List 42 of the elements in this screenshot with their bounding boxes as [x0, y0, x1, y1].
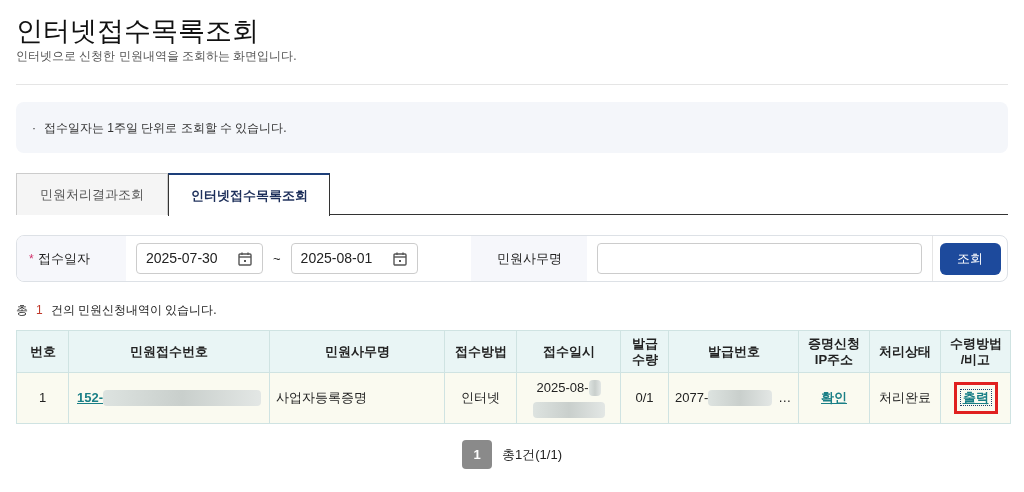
- ellipsis: …: [778, 389, 792, 408]
- column-header: 접수방법: [444, 330, 517, 373]
- date-field[interactable]: 2025-07-30: [136, 243, 263, 274]
- column-header: 민원접수번호: [68, 330, 270, 373]
- tab[interactable]: 인터넷접수목록조회: [168, 173, 330, 216]
- date-field[interactable]: 2025-08-01: [290, 243, 418, 274]
- table-cell: 사업자등록증명: [276, 390, 367, 406]
- page-title: 인터넷접수목록조회: [16, 15, 260, 48]
- field-label: 민원사무명: [471, 236, 587, 281]
- column-header: 수령방법 /비고: [940, 330, 1011, 373]
- column-header: 처리상태: [869, 330, 941, 373]
- column-header: 발급 수량: [620, 330, 669, 373]
- search-button[interactable]: 조회: [939, 242, 1001, 275]
- receipt-link[interactable]: 152-: [77, 388, 104, 408]
- column-header: 발급번호: [668, 330, 799, 373]
- required-mark: *: [29, 250, 34, 268]
- table-cell-text: 2025-08-: [536, 379, 589, 398]
- page-total: 총1건(1/1): [502, 445, 562, 464]
- page-subtitle: 인터넷으로 신청한 민원내역을 조회하는 화면입니다.: [16, 48, 298, 64]
- column-header: 접수일시: [516, 330, 621, 373]
- table-cell: 0/1: [635, 390, 654, 406]
- table-cell-text: 2077-: [675, 389, 709, 408]
- table-cell: 인터넷: [461, 390, 500, 406]
- summary-text: 총: [16, 302, 28, 319]
- text-input[interactable]: [597, 243, 922, 274]
- field-label: 접수일자: [37, 249, 90, 268]
- range-separator: ~: [273, 249, 281, 268]
- notice-text: 접수일자는 1주일 단위로 조회할 수 있습니다.: [44, 119, 287, 137]
- column-header: 번호: [16, 330, 69, 373]
- calendar-icon[interactable]: [391, 250, 408, 267]
- column-header: 증명신청 IP주소: [798, 330, 870, 373]
- table-cell: 처리완료: [879, 390, 931, 406]
- result-count: 1: [36, 302, 43, 319]
- table-cell: 1: [38, 390, 47, 406]
- summary-text: 건의 민원신청내역이 있습니다.: [50, 302, 217, 319]
- column-header: 민원사무명: [269, 330, 445, 373]
- redaction-blur: [588, 380, 601, 396]
- print-link[interactable]: 출력: [960, 390, 991, 406]
- calendar-icon[interactable]: [237, 250, 253, 267]
- tab[interactable]: 민원처리결과조회: [16, 173, 168, 215]
- link[interactable]: 확인: [821, 390, 847, 406]
- bullet: ·: [32, 119, 36, 137]
